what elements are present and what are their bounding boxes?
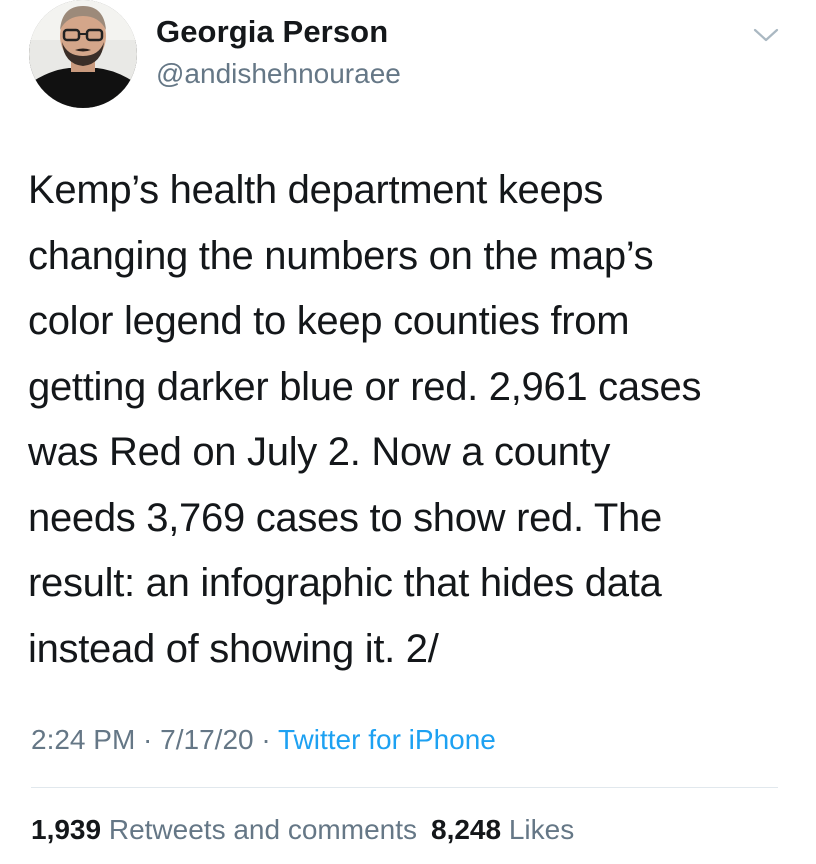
likes-label: Likes [508,814,575,845]
chevron-down-icon[interactable] [753,26,779,44]
tweet-stats: 1,939 Retweets and comments 8,248 Likes [31,814,574,846]
avatar-photo [29,0,137,108]
retweets-label: Retweets and comments [108,814,417,845]
tweet-text: Kemp’s health department keeps changing … [28,168,702,671]
tweet-meta: 2:24 PM · 7/17/20 · Twitter for iPhone [31,724,496,756]
tweet-time[interactable]: 2:24 PM [31,724,135,755]
tweet-source-link[interactable]: Twitter for iPhone [278,724,496,755]
tweet-card: Georgia Person @andishehnouraee Kemp’s h… [0,0,816,864]
tweet-date[interactable]: 7/17/20 [160,724,253,755]
meta-separator: · [253,724,278,755]
meta-separator: · [135,724,161,755]
likes-count: 8,248 [431,814,502,845]
likes-stat[interactable]: 8,248 Likes [431,814,574,845]
user-handle[interactable]: @andishehnouraee [156,58,401,90]
divider [31,787,778,788]
avatar[interactable] [29,0,137,108]
display-name[interactable]: Georgia Person [156,14,388,50]
retweets-stat[interactable]: 1,939 Retweets and comments [31,814,417,845]
retweets-count: 1,939 [31,814,102,845]
